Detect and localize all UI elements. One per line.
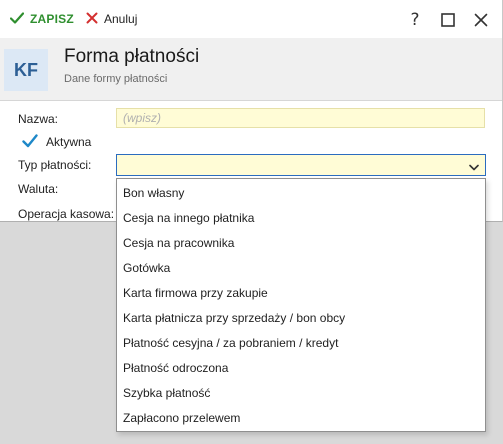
- close-icon: [474, 13, 488, 27]
- close-window-button[interactable]: [469, 8, 493, 32]
- checkmark-icon: [22, 134, 38, 148]
- check-icon: [9, 11, 25, 27]
- close-x-icon: [86, 12, 98, 27]
- active-label: Aktywna: [46, 135, 92, 149]
- dropdown-option[interactable]: Szybka płatność: [117, 381, 485, 406]
- help-button[interactable]: ?: [403, 8, 427, 32]
- payment-type-label: Typ płatności:: [18, 158, 92, 172]
- maximize-button[interactable]: [436, 8, 460, 32]
- dropdown-option[interactable]: Zapłacono przelewem: [117, 406, 485, 431]
- currency-label: Waluta:: [18, 182, 59, 196]
- dropdown-option[interactable]: Cesja na pracownika: [117, 231, 485, 256]
- save-label: ZAPISZ: [30, 12, 74, 26]
- help-icon: ?: [410, 10, 420, 30]
- cash-operation-label: Operacja kasowa:: [18, 207, 115, 221]
- dropdown-option[interactable]: Karta płatnicza przy sprzedaży / bon obc…: [117, 306, 485, 331]
- chevron-down-icon[interactable]: [469, 161, 479, 175]
- page-title: Forma płatności: [64, 46, 200, 67]
- payment-type-select[interactable]: [116, 154, 486, 176]
- toolbar: ZAPISZ Anuluj ?: [0, 0, 503, 38]
- dropdown-option[interactable]: Cesja na innego płatnika: [117, 206, 485, 231]
- payment-type-dropdown-list: Bon własny Cesja na innego płatnika Cesj…: [116, 178, 486, 432]
- active-checkbox[interactable]: [22, 133, 38, 149]
- page-subtitle: Dane formy płatności: [64, 73, 168, 85]
- dropdown-option[interactable]: Bon własny: [117, 181, 485, 206]
- form-logo: KF: [4, 49, 48, 91]
- dropdown-option[interactable]: Gotówka: [117, 256, 485, 281]
- name-label: Nazwa:: [18, 112, 59, 126]
- dropdown-option[interactable]: Karta firmowa przy zakupie: [117, 281, 485, 306]
- maximize-icon: [441, 13, 455, 27]
- dropdown-option[interactable]: Płatność cesyjna / za pobraniem / kredyt: [117, 331, 485, 356]
- cancel-label: Anuluj: [104, 12, 138, 26]
- name-input[interactable]: [116, 108, 485, 128]
- cancel-button[interactable]: Anuluj: [86, 10, 137, 28]
- save-button[interactable]: ZAPISZ: [9, 10, 74, 28]
- form-header: KF Forma płatności Dane formy płatności: [0, 38, 502, 101]
- dropdown-option[interactable]: Płatność odroczona: [117, 356, 485, 381]
